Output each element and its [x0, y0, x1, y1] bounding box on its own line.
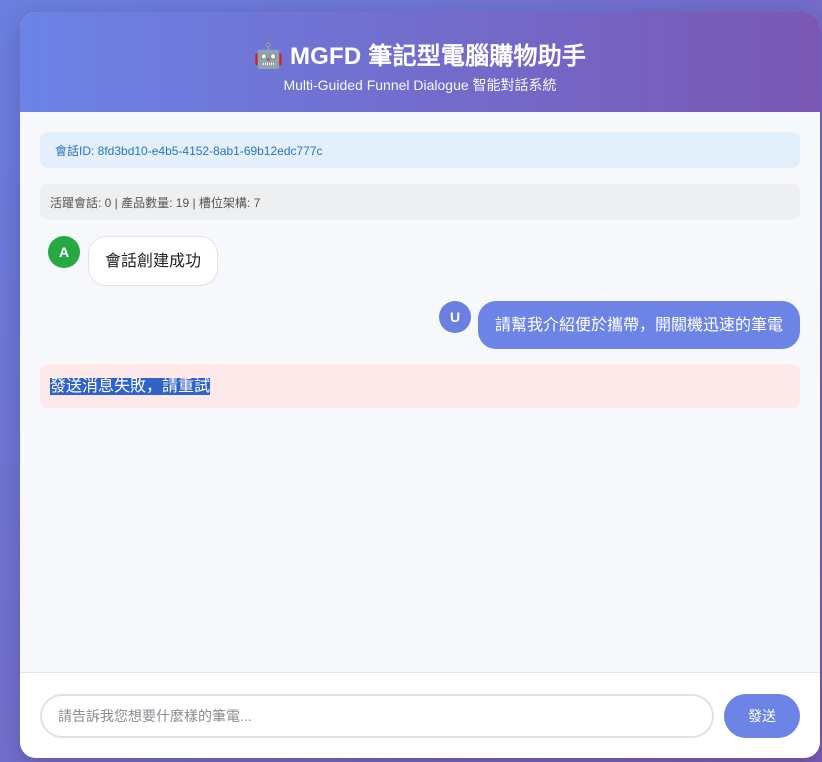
- app-header: 🤖 MGFD 筆記型電腦購物助手 Multi-Guided Funnel Dial…: [20, 12, 820, 112]
- message-input[interactable]: [40, 694, 714, 738]
- robot-icon: 🤖: [253, 43, 284, 70]
- user-message-bubble: 請幫我介紹便於攜帶，開關機迅速的筆電: [477, 301, 800, 349]
- user-avatar: U: [439, 301, 471, 333]
- page-title: 🤖 MGFD 筆記型電腦購物助手: [20, 36, 820, 71]
- assistant-avatar: A: [48, 236, 80, 268]
- page-title-text: MGFD 筆記型電腦購物助手: [289, 43, 587, 70]
- assistant-message-bubble: 會話創建成功: [88, 236, 219, 286]
- error-message-text: 發送消息失敗，請重試: [50, 378, 211, 395]
- page-subtitle: Multi-Guided Funnel Dialogue 智能對話系統: [283, 77, 557, 93]
- send-button[interactable]: 發送: [724, 694, 800, 738]
- message-input-bar: 發送: [20, 672, 820, 758]
- system-stats-banner: 活躍會話: 0 | 產品數量: 19 | 槽位架構: 7: [40, 184, 800, 220]
- error-message: 發送消息失敗，請重試: [40, 364, 800, 408]
- chat-messages-area[interactable]: 會話ID: 8fd3bd10-e4b5-4152-8ab1-69b12edc77…: [20, 112, 820, 672]
- chat-app-window: 🤖 MGFD 筆記型電腦購物助手 Multi-Guided Funnel Dial…: [20, 12, 820, 758]
- session-id-banner: 會話ID: 8fd3bd10-e4b5-4152-8ab1-69b12edc77…: [40, 132, 800, 168]
